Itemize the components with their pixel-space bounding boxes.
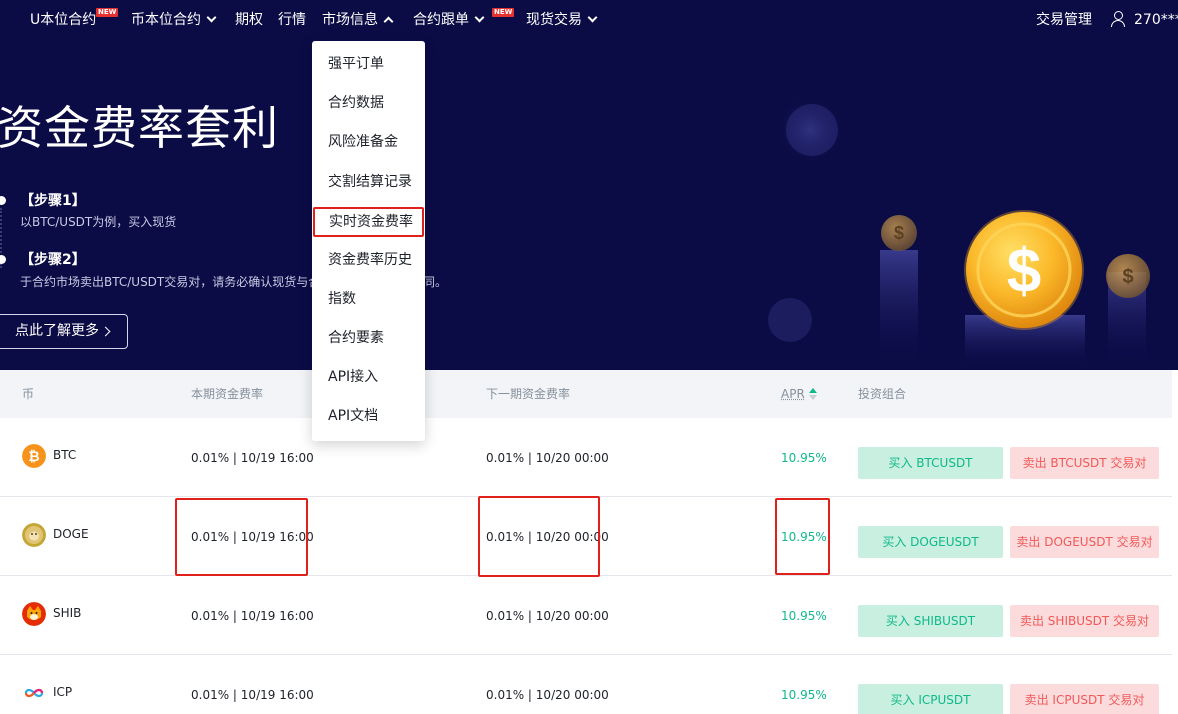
nav-options[interactable]: 期权: [235, 0, 263, 40]
learn-more-label: 点此了解更多: [15, 323, 99, 339]
menu-item-funding-rate-history[interactable]: 资金费率历史: [312, 241, 425, 280]
buy-button[interactable]: 买入 DOGEUSDT: [858, 526, 1003, 558]
buy-button[interactable]: 买入 ICPUSDT: [858, 684, 1003, 714]
nav-markets-label: 行情: [278, 12, 306, 28]
col-apr[interactable]: APR: [781, 370, 817, 418]
nav-markets[interactable]: 行情: [278, 0, 306, 40]
nav-options-label: 期权: [235, 12, 263, 28]
nav-copy-trading-label: 合约跟单: [413, 12, 469, 28]
coin-illustration: $ $ $: [768, 96, 1150, 370]
nav-market-info-label: 市场信息: [322, 12, 378, 28]
step2-desc-left: 于合约市场卖出BTC/USDT交易对，请务必确认现货与合: [20, 275, 321, 289]
sort-icon[interactable]: [808, 388, 817, 400]
sell-button[interactable]: 卖出 BTCUSDT 交易对: [1010, 447, 1159, 479]
buy-button[interactable]: 买入 SHIBUSDT: [858, 605, 1003, 637]
bitcoin-icon: ₿: [22, 444, 46, 468]
apr-header-label: APR: [781, 387, 805, 401]
menu-item-index[interactable]: 指数: [312, 280, 425, 319]
menu-item-liquidation-orders[interactable]: 强平订单: [312, 45, 425, 84]
col-next-rate: 下一期资金费率: [486, 387, 571, 401]
step2-desc: 于合约市场卖出BTC/USDT交易对，请务必确认现货与合 同。: [20, 273, 447, 290]
step1-desc: 以BTC/USDT为例，买入现货: [20, 215, 177, 229]
user-name: 270****: [1134, 12, 1178, 28]
nav-usdt-futures[interactable]: U本位合约: [30, 0, 96, 40]
table-row: ICP 0.01% | 10/19 16:00 0.01% | 10/20 00…: [0, 655, 1172, 714]
market-info-dropdown: 强平订单 合约数据 风险准备金 交割结算记录 实时资金费率 资金费率历史 指数 …: [312, 41, 425, 441]
highlight-box-apr: [775, 498, 830, 575]
apr-value: 10.95%: [781, 609, 827, 623]
user-icon: [1110, 11, 1126, 27]
menu-item-insurance-fund[interactable]: 风险准备金: [312, 123, 425, 162]
coin-name: BTC: [53, 448, 77, 462]
col-current-rate: 本期资金费率: [191, 387, 264, 401]
dollar-symbol: $: [1122, 266, 1133, 288]
page-title: 资金费率套利: [0, 101, 279, 155]
menu-item-api-access[interactable]: API接入: [312, 358, 425, 397]
nav-copy-trading[interactable]: 合约跟单: [413, 0, 485, 40]
nav-coin-futures-label: 币本位合约: [131, 12, 201, 28]
table-row: SHIB 0.01% | 10/19 16:00 0.01% | 10/20 0…: [0, 576, 1172, 655]
next-rate: 0.01% | 10/20 00:00: [486, 688, 609, 702]
sell-button[interactable]: 卖出 SHIBUSDT 交易对: [1010, 605, 1159, 637]
buy-button[interactable]: 买入 BTCUSDT: [858, 447, 1003, 479]
top-nav: U本位合约 NEW 币本位合约 期权 行情 市场信息 合约跟单 NEW 现货交易…: [0, 0, 1178, 40]
coin-name: SHIB: [53, 606, 82, 620]
infinity-icon: [24, 688, 44, 698]
next-rate: 0.01% | 10/20 00:00: [486, 609, 609, 623]
chevron-down-icon: [206, 12, 217, 23]
learn-more-button[interactable]: 点此了解更多: [0, 314, 128, 349]
svg-text:₿: ₿: [28, 448, 39, 464]
funding-rate-table: 币 本期资金费率 下一期资金费率 APR 投资组合 ₿ BTC 0.01% | …: [0, 370, 1172, 714]
current-rate: 0.01% | 10/19 16:00: [191, 609, 314, 623]
chevron-right-icon: [100, 326, 111, 337]
dollar-symbol: $: [894, 223, 904, 243]
menu-item-realtime-funding-rate[interactable]: 实时资金费率: [313, 207, 424, 237]
coin-name: DOGE: [53, 527, 89, 541]
shiba-icon: [22, 602, 46, 626]
step-bullet: [0, 255, 6, 264]
new-badge: NEW: [492, 8, 515, 17]
coin-name: ICP: [53, 685, 73, 699]
chevron-down-icon: [587, 12, 598, 23]
dogecoin-icon: [22, 523, 46, 547]
table-row: ₿ BTC 0.01% | 10/19 16:00 0.01% | 10/20 …: [0, 418, 1172, 497]
menu-item-contract-data[interactable]: 合约数据: [312, 84, 425, 123]
menu-item-contract-specs[interactable]: 合约要素: [312, 319, 425, 358]
apr-value: 10.95%: [781, 688, 827, 702]
chevron-up-icon: [383, 16, 394, 27]
step-bullet: [0, 196, 6, 205]
hero-banner: 资金费率套利 【步骤1】 以BTC/USDT为例，买入现货 【步骤2】 于合约市…: [0, 40, 1178, 370]
menu-item-api-docs[interactable]: API文档: [312, 397, 425, 436]
col-coin: 币: [22, 387, 35, 401]
sell-button[interactable]: 卖出 DOGEUSDT 交易对: [1010, 526, 1159, 558]
current-rate: 0.01% | 10/19 16:00: [191, 688, 314, 702]
dollar-symbol: $: [1007, 237, 1041, 306]
highlight-box-next-rate: [478, 496, 600, 577]
sell-button[interactable]: 卖出 ICPUSDT 交易对: [1010, 684, 1159, 714]
nav-market-info[interactable]: 市场信息: [322, 0, 394, 40]
nav-coin-futures[interactable]: 币本位合约: [131, 0, 217, 40]
col-portfolio: 投资组合: [858, 387, 907, 401]
chevron-down-icon: [474, 12, 485, 23]
step1-title: 【步骤1】: [20, 193, 86, 209]
step2-title: 【步骤2】: [20, 252, 86, 268]
nav-usdt-futures-label: U本位合约: [30, 12, 97, 28]
highlight-box-current-rate: [175, 498, 308, 576]
table-header: 币 本期资金费率 下一期资金费率 APR 投资组合: [0, 370, 1172, 418]
nav-spot-trading[interactable]: 现货交易: [526, 0, 598, 40]
next-rate: 0.01% | 10/20 00:00: [486, 451, 609, 465]
current-rate: 0.01% | 10/19 16:00: [191, 451, 314, 465]
step2-desc-right: 同。: [423, 275, 448, 289]
new-badge: NEW: [96, 8, 119, 17]
user-account[interactable]: 270****: [1110, 0, 1178, 40]
nav-trade-management[interactable]: 交易管理: [1036, 0, 1092, 40]
nav-spot-trading-label: 现货交易: [526, 12, 582, 28]
trade-management-label: 交易管理: [1036, 12, 1092, 28]
menu-item-settlement-records[interactable]: 交割结算记录: [312, 163, 425, 202]
apr-value: 10.95%: [781, 451, 827, 465]
